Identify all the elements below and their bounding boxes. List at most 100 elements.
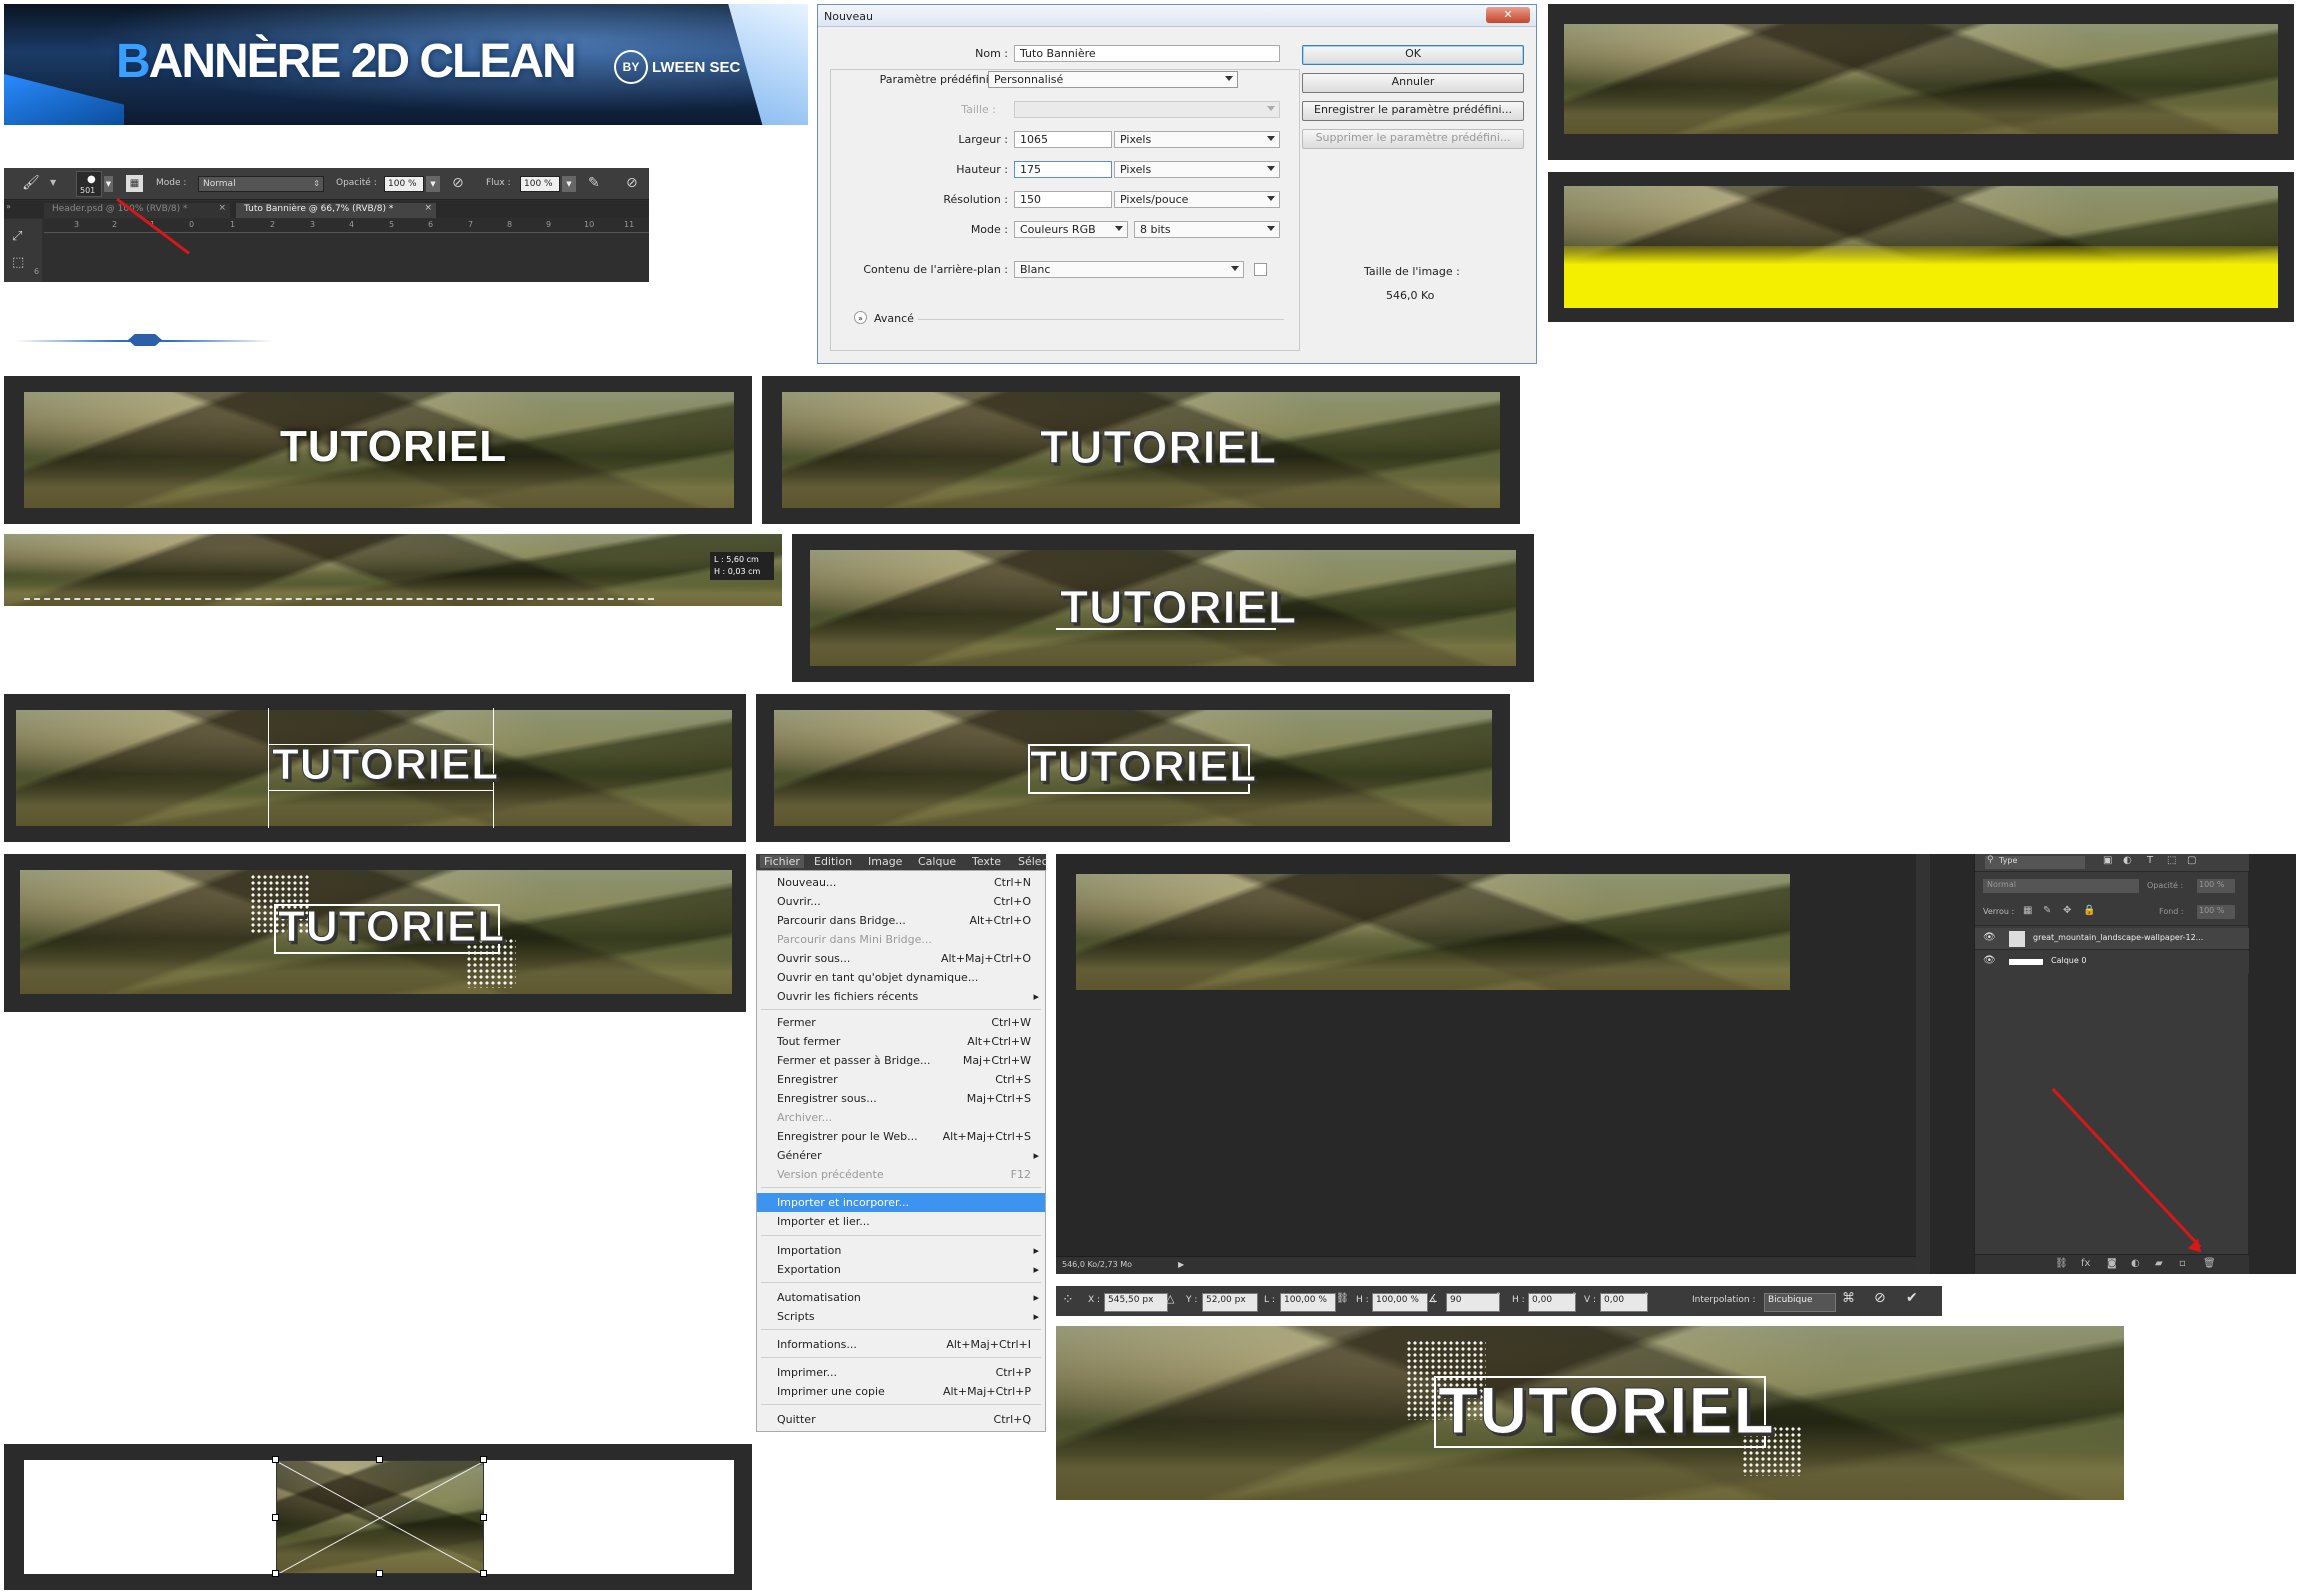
menu-item-generer[interactable]: Générer ▸ — [757, 1146, 1045, 1165]
menu-item-imprimer[interactable]: Imprimer... Ctrl+P — [757, 1363, 1045, 1382]
placed-image-box[interactable] — [276, 1460, 484, 1574]
filter-adjust-icon[interactable]: ◐ — [2123, 855, 2132, 866]
y-input[interactable]: 52,00 px — [1202, 1293, 1258, 1312]
layer-row[interactable]: 👁 great_mountain_landscape-wallpaper-12.… — [1975, 928, 2249, 950]
menu-item-informations[interactable]: Informations... Alt+Maj+Ctrl+I — [757, 1335, 1045, 1354]
transform-handle[interactable] — [272, 1570, 279, 1577]
link-icon[interactable]: ⛓ — [2055, 1258, 2068, 1269]
height-input[interactable]: 175 — [1014, 161, 1112, 178]
close-icon[interactable]: ✕ — [1486, 7, 1530, 23]
eye-icon[interactable]: 👁 — [1983, 955, 1996, 966]
eye-icon[interactable]: 👁 — [1983, 932, 1996, 943]
mask-icon[interactable]: ◙ — [2107, 1258, 2117, 1269]
menu-item-ouvrir-sous[interactable]: Ouvrir sous... Alt+Maj+Ctrl+O — [757, 949, 1045, 968]
filter-shape-icon[interactable]: ⬚ — [2167, 855, 2176, 866]
name-input[interactable]: Tuto Bannière — [1014, 45, 1280, 62]
x-input[interactable]: 545,50 px — [1104, 1293, 1168, 1312]
airbrush-icon[interactable]: ✎ — [588, 175, 600, 191]
commit-transform-icon[interactable]: ✔ — [1906, 1290, 1918, 1306]
lock-move-icon[interactable]: ✥ — [2063, 905, 2071, 916]
filter-pixel-icon[interactable]: ▣ — [2103, 855, 2112, 866]
fx-icon[interactable]: fx — [2081, 1258, 2090, 1269]
lock-transparency-icon[interactable]: ▦ — [2023, 905, 2032, 916]
pressure-opacity-icon[interactable]: ⊘ — [452, 175, 464, 191]
background-select[interactable]: Blanc — [1014, 261, 1244, 278]
height-unit-select[interactable]: Pixels — [1114, 161, 1280, 178]
transform-handle[interactable] — [480, 1456, 487, 1463]
panel-collapse-icon[interactable]: » — [6, 202, 11, 211]
save-preset-button[interactable]: Enregistrer le paramètre prédéfini... — [1302, 101, 1524, 121]
vertical-scrollbar[interactable] — [1916, 854, 1930, 1274]
angle-input[interactable]: 90 — [1446, 1293, 1500, 1312]
menu-item-ouvrir-objet-dynamique[interactable]: Ouvrir en tant qu'objet dynamique... — [757, 968, 1045, 987]
opacity-input[interactable]: 100 % — [384, 176, 424, 192]
move-tool-icon[interactable]: ⤢ — [12, 229, 22, 244]
layer-row[interactable]: 👁 Calque 0 — [1975, 951, 2249, 973]
lock-paint-icon[interactable]: ✎ — [2043, 905, 2051, 916]
marquee-tool-icon[interactable]: ⬚ — [12, 255, 24, 270]
h-input[interactable]: 100,00 % — [1372, 1293, 1428, 1312]
transform-handle[interactable] — [480, 1570, 487, 1577]
tab-tuto-banniere[interactable]: Tuto Bannière @ 66,7% (RVB/8) * × — [236, 203, 436, 218]
menu-item-scripts[interactable]: Scripts ▸ — [757, 1307, 1045, 1326]
flow-dropdown-icon[interactable]: ▼ — [562, 176, 576, 192]
menu-item-exportation[interactable]: Exportation ▸ — [757, 1260, 1045, 1279]
menu-item-parcourir-bridge[interactable]: Parcourir dans Bridge... Alt+Ctrl+O — [757, 911, 1045, 930]
advanced-label[interactable]: Avancé — [874, 312, 914, 325]
layer-opacity-input[interactable]: 100 % — [2197, 879, 2235, 893]
chevron-down-icon[interactable]: ▼ — [50, 178, 56, 187]
adjustment-icon[interactable]: ◐ — [2131, 1258, 2140, 1269]
layer-kind-select[interactable]: ⚲ Type — [1985, 855, 2085, 869]
vskew-input[interactable]: 0,00 — [1600, 1293, 1648, 1312]
menubar-calque[interactable]: Calque — [918, 855, 956, 868]
folder-icon[interactable]: ▰ — [2155, 1258, 2163, 1269]
menu-item-enregistrer-web[interactable]: Enregistrer pour le Web... Alt+Maj+Ctrl+S — [757, 1127, 1045, 1146]
transform-handle[interactable] — [376, 1570, 383, 1577]
background-color-swatch[interactable] — [1254, 263, 1267, 276]
delete-preset-button[interactable]: Supprimer le paramètre prédéfini... — [1302, 129, 1524, 149]
hskew-input[interactable]: 0,00 — [1528, 1293, 1576, 1312]
menubar-selection[interactable]: Sélec — [1018, 855, 1048, 868]
menubar-fichier[interactable]: Fichier — [760, 855, 804, 868]
mode-select[interactable]: Normal ⇕ — [198, 176, 324, 192]
menubar-texte[interactable]: Texte — [972, 855, 1001, 868]
menu-item-enregistrer[interactable]: Enregistrer Ctrl+S — [757, 1070, 1045, 1089]
menu-item-fichiers-recents[interactable]: Ouvrir les fichiers récents ▸ — [757, 987, 1045, 1006]
pressure-size-icon[interactable]: ⊘ — [626, 175, 638, 191]
link-icon[interactable]: ⛓ — [1336, 1293, 1349, 1304]
advanced-toggle-icon[interactable]: » — [854, 311, 867, 324]
bit-depth-select[interactable]: 8 bits — [1134, 221, 1280, 238]
brush-preset-dropdown-icon[interactable]: ▼ — [104, 176, 113, 192]
opacity-dropdown-icon[interactable]: ▼ — [426, 176, 440, 192]
brush-size-preset[interactable]: ● 501 — [76, 171, 102, 197]
menu-item-tout-fermer[interactable]: Tout fermer Alt+Ctrl+W — [757, 1032, 1045, 1051]
new-layer-icon[interactable]: ▫ — [2179, 1258, 2186, 1269]
transform-handle[interactable] — [272, 1514, 279, 1521]
menu-item-fermer-bridge[interactable]: Fermer et passer à Bridge... Maj+Ctrl+W — [757, 1051, 1045, 1070]
cancel-button[interactable]: Annuler — [1302, 73, 1524, 93]
width-input[interactable]: 1065 — [1014, 131, 1112, 148]
brush-tool-icon[interactable]: 🖌 — [22, 175, 40, 191]
blend-mode-select[interactable]: Normal — [1983, 879, 2139, 893]
menubar-edition[interactable]: Edition — [814, 855, 852, 868]
menu-item-parcourir-mini-bridge[interactable]: Parcourir dans Mini Bridge... — [757, 930, 1045, 949]
filter-type-icon[interactable]: T — [2147, 855, 2153, 866]
close-icon[interactable]: × — [424, 203, 432, 213]
menu-item-quitter[interactable]: Quitter Ctrl+Q — [757, 1410, 1045, 1429]
menu-item-importer-incorporer[interactable]: Importer et incorporer... — [757, 1193, 1045, 1212]
preset-select[interactable]: Personnalisé — [988, 71, 1238, 88]
close-icon[interactable]: × — [218, 203, 226, 213]
menu-item-imprimer-copie[interactable]: Imprimer une copie Alt+Maj+Ctrl+P — [757, 1382, 1045, 1401]
ok-button[interactable]: OK — [1302, 45, 1524, 65]
color-mode-select[interactable]: Couleurs RGB — [1014, 221, 1128, 238]
fill-input[interactable]: 100 % — [2197, 905, 2235, 919]
flow-input[interactable]: 100 % — [520, 176, 560, 192]
filter-smart-icon[interactable]: ▢ — [2187, 855, 2196, 866]
menu-item-importer-lier[interactable]: Importer et lier... — [757, 1212, 1045, 1231]
w-input[interactable]: 100,00 % — [1280, 1293, 1336, 1312]
menu-item-fermer[interactable]: Fermer Ctrl+W — [757, 1013, 1045, 1032]
menu-item-archiver[interactable]: Archiver... — [757, 1108, 1045, 1127]
resolution-unit-select[interactable]: Pixels/pouce — [1114, 191, 1280, 208]
transform-handle[interactable] — [480, 1514, 487, 1521]
trash-icon[interactable]: 🗑 — [2203, 1258, 2216, 1269]
